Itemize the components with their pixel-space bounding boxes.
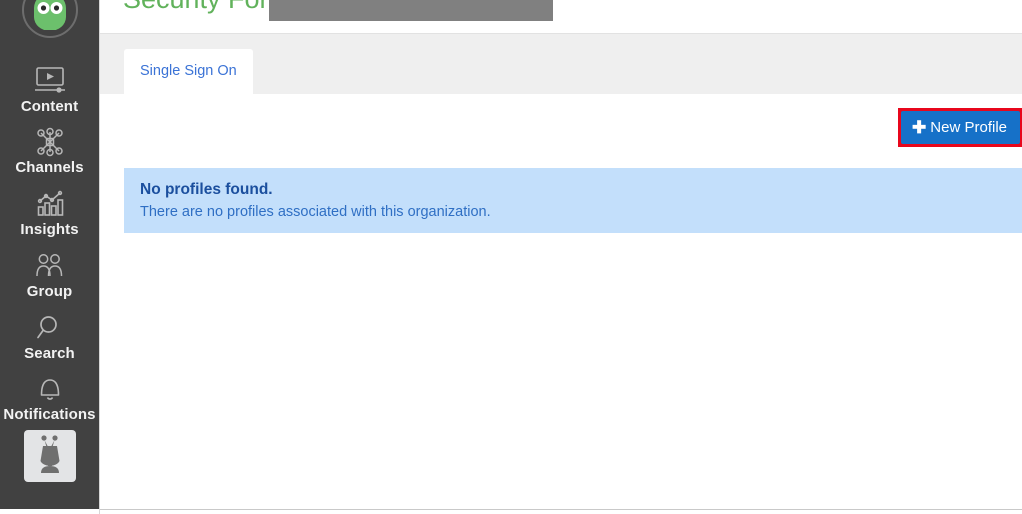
sidebar-item-label: Insights bbox=[20, 221, 79, 238]
content-area: ✚ New Profile No profiles found. There ar… bbox=[100, 94, 1022, 514]
sidebar: Content Channels Insights Group Search N… bbox=[0, 0, 99, 509]
tab-bar: Single Sign On bbox=[100, 34, 1022, 94]
new-profile-button[interactable]: ✚ New Profile bbox=[901, 111, 1020, 144]
sidebar-item-label: Group bbox=[26, 283, 73, 300]
sidebar-item-insights[interactable]: Insights bbox=[0, 187, 99, 238]
no-profiles-alert: No profiles found. There are no profiles… bbox=[124, 168, 1022, 233]
sidebar-item-content[interactable]: Content bbox=[0, 64, 99, 115]
redacted-organization-name bbox=[269, 0, 553, 21]
bottom-divider bbox=[100, 509, 1022, 514]
robot-avatar-tile[interactable] bbox=[24, 430, 76, 482]
sidebar-item-search[interactable]: Search bbox=[0, 311, 99, 362]
sidebar-item-notifications[interactable]: Notifications bbox=[0, 372, 99, 423]
people-group-icon bbox=[0, 249, 99, 283]
sidebar-item-label: Notifications bbox=[3, 406, 96, 423]
video-monitor-icon bbox=[0, 64, 99, 98]
app-window: Content Channels Insights Group Search N… bbox=[0, 0, 1022, 514]
page-header: Security For: bbox=[100, 0, 1022, 34]
sidebar-item-label: Search bbox=[24, 345, 75, 362]
sidebar-item-label: Channels bbox=[15, 159, 84, 176]
sidebar-item-group[interactable]: Group bbox=[0, 249, 99, 300]
page-title: Security For: bbox=[123, 0, 276, 16]
plus-icon: ✚ bbox=[912, 118, 927, 137]
green-android-avatar-icon bbox=[28, 0, 72, 35]
main-content: Security For: Single Sign On ✚New Profil… bbox=[99, 0, 1022, 514]
bell-icon bbox=[0, 372, 99, 406]
alert-body: There are no profiles associated with th… bbox=[140, 204, 491, 220]
new-profile-button-label: New Profile bbox=[930, 119, 1007, 136]
tab-single-sign-on[interactable]: Single Sign On bbox=[124, 49, 253, 94]
alert-title: No profiles found. bbox=[140, 181, 273, 198]
network-nodes-icon bbox=[0, 125, 99, 159]
new-profile-highlight: ✚ New Profile bbox=[898, 108, 1022, 147]
sidebar-item-channels[interactable]: Channels bbox=[0, 125, 99, 176]
magnifier-icon bbox=[0, 311, 99, 345]
toolbar: ✚ New Profile bbox=[100, 94, 1022, 157]
sidebar-item-label: Content bbox=[20, 98, 79, 115]
avatar[interactable] bbox=[22, 0, 78, 38]
bar-chart-trend-icon bbox=[0, 187, 99, 221]
robot-avatar-icon bbox=[30, 433, 70, 480]
